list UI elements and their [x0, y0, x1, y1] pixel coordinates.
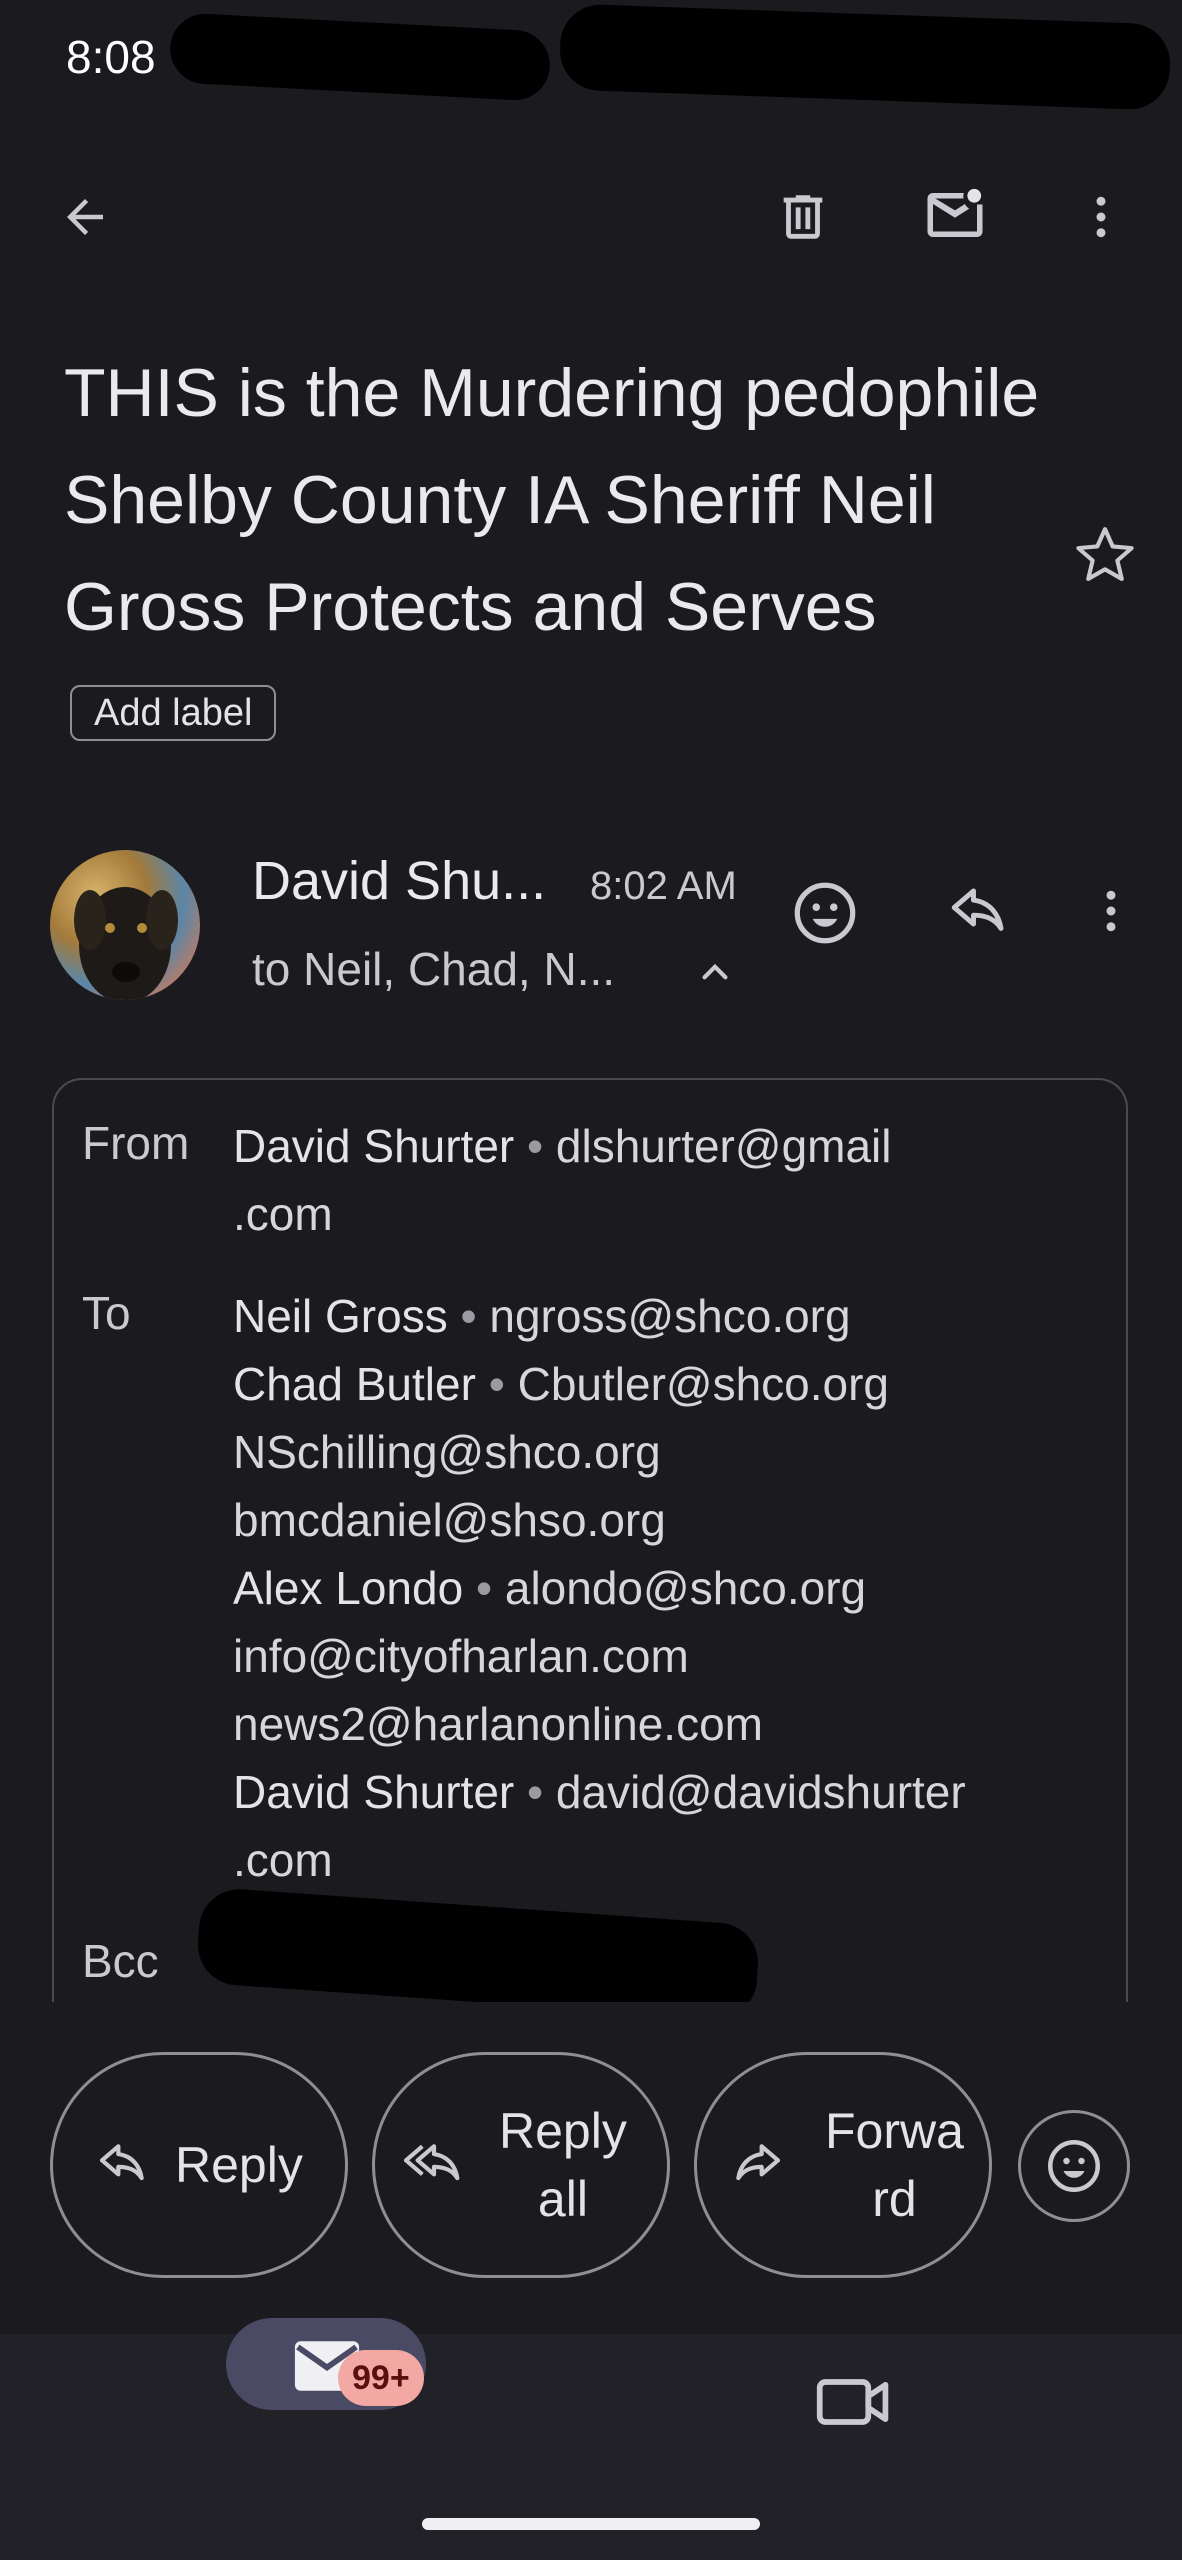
recipient-name: Chad Butler	[233, 1358, 476, 1410]
add-label-button[interactable]: Add label	[70, 685, 277, 742]
recipient-email: david@davidshurter	[555, 1766, 966, 1818]
recipient-row[interactable]: news2@harlanonline.com	[233, 1690, 966, 1758]
reply-all-line1: Reply	[499, 2103, 627, 2159]
reply-all-button[interactable]: Reply all	[372, 2052, 670, 2278]
reply-all-icon	[403, 2144, 460, 2181]
recipient-email-cont: .com	[233, 1834, 333, 1886]
recipient-email: bmcdaniel@shso.org	[233, 1494, 666, 1546]
recipient-email: ngross@shco.org	[489, 1290, 851, 1342]
subject-text: THIS is the Murdering pedophile Shelby C…	[64, 355, 1040, 645]
from-name[interactable]: David Shurter	[233, 1120, 514, 1172]
recipient-email: Cbutler@shco.org	[517, 1358, 890, 1410]
recipient-email: alondo@shco.org	[504, 1562, 867, 1614]
star-button[interactable]	[1072, 522, 1138, 588]
reply-button[interactable]: Reply	[50, 2052, 348, 2278]
recipient-name: Neil Gross	[233, 1290, 448, 1342]
forward-label: Forwa rd	[825, 2097, 964, 2233]
recipients-summary[interactable]: to Neil, Chad, N...	[252, 942, 615, 996]
from-email[interactable]: dlshurter@gmail	[556, 1120, 892, 1172]
arrow-back-icon	[67, 199, 103, 235]
emoji-icon	[794, 882, 856, 944]
reply-icon	[99, 2144, 144, 2181]
emoji-icon	[1048, 2140, 1100, 2192]
mark-unread-button[interactable]	[910, 170, 1000, 260]
trash-icon	[783, 195, 823, 239]
redaction	[168, 12, 552, 102]
more-vert-icon	[1096, 196, 1106, 238]
more-options-button[interactable]	[1056, 172, 1146, 262]
react-emoji-button[interactable]	[790, 878, 860, 948]
recipient-row[interactable]: info@cityofharlan.com	[233, 1622, 966, 1690]
reply-all-line2: all	[537, 2171, 588, 2227]
to-list: Neil Gross • ngross@shco.org Chad Butler…	[233, 1282, 966, 1894]
meet-tab[interactable]	[814, 2372, 894, 2432]
reply-icon	[951, 888, 1004, 931]
dog-photo-icon	[74, 887, 178, 1000]
back-button[interactable]	[40, 172, 130, 262]
to-label: To	[82, 1287, 131, 1339]
message-more-button[interactable]	[1084, 884, 1138, 938]
forward-line1: Forwa	[825, 2103, 964, 2159]
more-vert-icon	[1106, 890, 1116, 932]
sender-name[interactable]: David Shu...	[252, 850, 546, 912]
recipient-row[interactable]: David Shurter • david@davidshurter	[233, 1758, 966, 1826]
recipient-row[interactable]: NSchilling@shco.org	[233, 1418, 966, 1486]
video-camera-icon	[816, 2379, 889, 2425]
recipient-row[interactable]: Neil Gross • ngross@shco.org	[233, 1282, 966, 1350]
recipient-name: David Shurter	[233, 1766, 515, 1818]
email-subject: THIS is the Murdering pedophile Shelby C…	[64, 340, 1044, 768]
from-label: From	[82, 1117, 190, 1169]
sender-avatar[interactable]	[50, 850, 200, 1000]
mail-unread-icon	[927, 188, 983, 237]
chevron-up-icon	[702, 963, 728, 980]
home-indicator[interactable]	[422, 2518, 760, 2530]
reply-icon-button[interactable]	[946, 880, 1012, 946]
reply-label: Reply	[175, 2137, 303, 2193]
reply-all-label: Reply all	[499, 2097, 627, 2233]
recipient-email: NSchilling@shco.org	[233, 1426, 661, 1478]
recipient-row[interactable]: bmcdaniel@shso.org	[233, 1486, 966, 1554]
forward-icon	[736, 2144, 781, 2181]
unread-badge: 99+	[338, 2350, 424, 2406]
recipient-row[interactable]: Alex Londo • alondo@shco.org	[233, 1554, 966, 1622]
delete-button[interactable]	[758, 172, 848, 262]
status-time: 8:08	[66, 31, 156, 83]
collapse-details-button[interactable]	[690, 946, 740, 996]
recipient-email: news2@harlanonline.com	[233, 1698, 763, 1750]
from-value: David Shurter • dlshurter@gmail .com	[233, 1112, 892, 1248]
emoji-react-button[interactable]	[1018, 2110, 1130, 2222]
separator-dot: •	[514, 1120, 556, 1172]
forward-button[interactable]: Forwa rd	[694, 2052, 992, 2278]
redaction	[558, 3, 1172, 111]
from-email-cont: .com	[233, 1188, 333, 1240]
bcc-label: Bcc	[82, 1935, 159, 1987]
recipient-email: info@cityofharlan.com	[233, 1630, 689, 1682]
recipient-row[interactable]: Chad Butler • Cbutler@shco.org	[233, 1350, 966, 1418]
email-time: 8:02 AM	[590, 864, 737, 908]
forward-line2: rd	[872, 2171, 917, 2227]
recipient-name: Alex Londo	[233, 1562, 464, 1614]
star-icon	[1076, 527, 1134, 581]
details-cutoff	[40, 2002, 1140, 2022]
